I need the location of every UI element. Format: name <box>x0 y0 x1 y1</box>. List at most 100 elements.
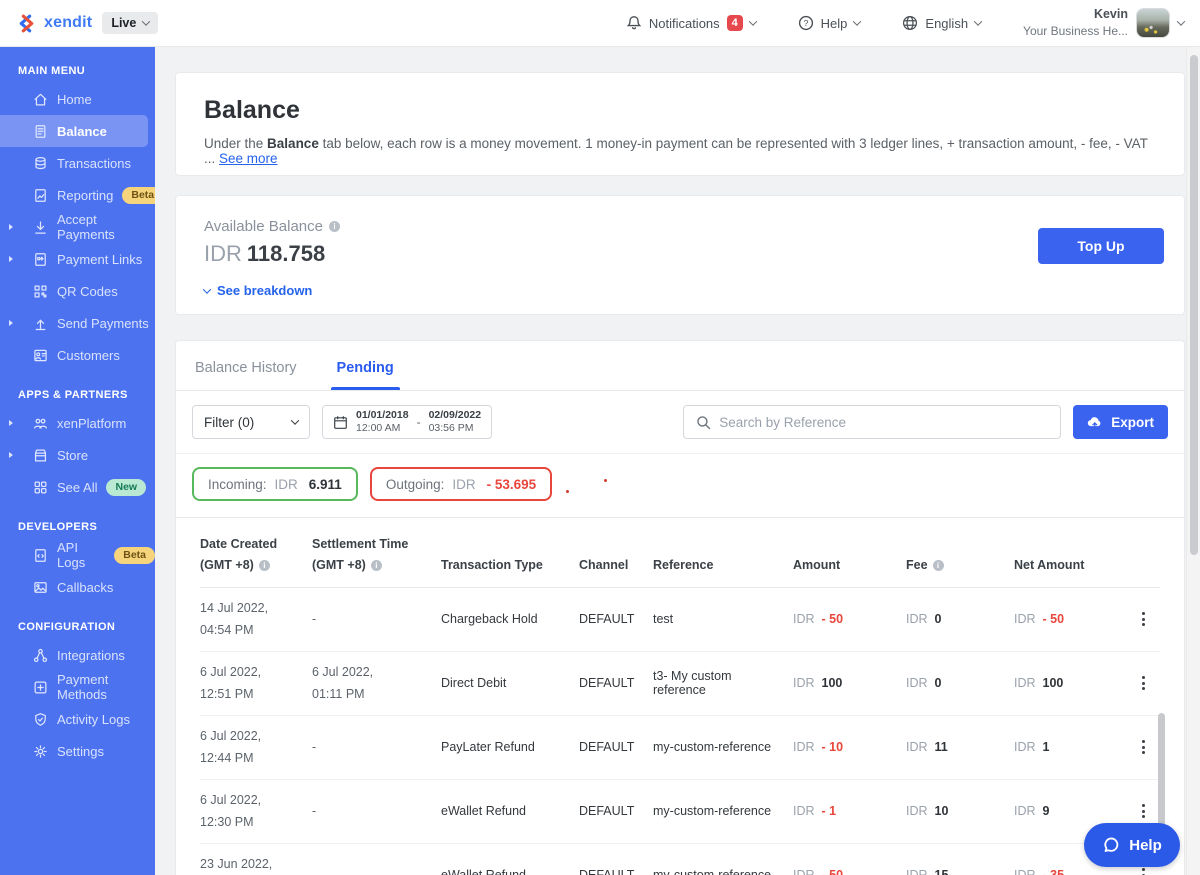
see-more-link[interactable]: See more <box>219 151 278 166</box>
see-breakdown-link[interactable]: See breakdown <box>204 283 1156 298</box>
avatar[interactable] <box>1136 8 1170 38</box>
reporting-icon <box>33 188 48 203</box>
sidebar-item-label: Integrations <box>57 648 125 663</box>
sidebar-item-callbacks[interactable]: Callbacks <box>0 571 155 603</box>
send-payments-icon <box>33 316 48 331</box>
date-created-cell: 6 Jul 2022,12:44 PM <box>200 725 312 770</box>
channel-cell: DEFAULT <box>579 612 653 626</box>
chevron-down-icon <box>203 285 211 293</box>
xenplatform-icon <box>33 416 48 431</box>
tab-pending[interactable]: Pending <box>331 360 400 390</box>
info-icon[interactable]: i <box>329 221 340 232</box>
help-floating-button[interactable]: Help <box>1084 823 1180 867</box>
sidebar-item-payment-methods[interactable]: Payment Methods <box>0 671 155 703</box>
table-body: 14 Jul 2022,04:54 PM-Chargeback HoldDEFA… <box>200 588 1160 875</box>
settlement-time-cell: - <box>312 608 441 631</box>
sidebar-item-label: Payment Links <box>57 252 142 267</box>
sidebar-item-xenplatform[interactable]: xenPlatform <box>0 407 155 439</box>
sidebar-item-api-logs[interactable]: API LogsBeta <box>0 539 155 571</box>
sidebar-item-transactions[interactable]: Transactions <box>0 147 155 179</box>
sidebar-item-qr-codes[interactable]: QR Codes <box>0 275 155 307</box>
sidebar-item-settings[interactable]: Settings <box>0 735 155 767</box>
notifications-menu[interactable]: Notifications 4 <box>626 15 756 31</box>
user-menu[interactable]: Kevin Your Business He... <box>1023 6 1184 39</box>
annotation-dot <box>566 490 569 493</box>
sidebar-section-title: MAIN MENU <box>0 47 155 83</box>
cloud-upload-icon <box>1087 415 1103 429</box>
callbacks-icon <box>33 580 48 595</box>
row-menu-button[interactable] <box>1124 672 1162 694</box>
main-content: Balance Under the Balance tab below, eac… <box>155 47 1200 875</box>
sidebar-item-activity-logs[interactable]: Activity Logs <box>0 703 155 735</box>
tab-balance-history[interactable]: Balance History <box>189 360 303 390</box>
sidebar-item-reporting[interactable]: ReportingBeta <box>0 179 155 211</box>
row-menu-button[interactable] <box>1124 736 1162 758</box>
sidebar-item-integrations[interactable]: Integrations <box>0 639 155 671</box>
info-icon[interactable]: i <box>371 560 382 571</box>
available-balance-card: Available Balance i IDR118.758 See break… <box>175 195 1185 315</box>
chevron-down-icon <box>291 416 299 424</box>
money-value: IDR1 <box>1014 740 1124 754</box>
column-header: Settlement Time(GMT +8)i <box>312 536 441 574</box>
column-header: Date Created(GMT +8)i <box>200 536 312 574</box>
globe-icon <box>902 15 918 31</box>
top-up-button[interactable]: Top Up <box>1038 228 1164 264</box>
sidebar-item-label: xenPlatform <box>57 416 126 431</box>
sidebar-item-balance[interactable]: Balance <box>0 115 148 147</box>
search-field[interactable] <box>683 405 1061 439</box>
accept-payments-icon <box>33 220 48 235</box>
sidebar-item-customers[interactable]: Customers <box>0 339 155 371</box>
page-scrollbar-thumb[interactable] <box>1190 55 1198 555</box>
summary-row: Incoming: IDR 6.911 Outgoing: IDR - 53.6… <box>176 454 1184 518</box>
row-menu-button[interactable] <box>1124 800 1162 822</box>
page-title: Balance <box>204 96 1156 125</box>
money-value: IDR100 <box>1014 676 1124 690</box>
sidebar-item-label: Home <box>57 92 92 107</box>
info-icon[interactable]: i <box>259 560 270 571</box>
money-value: IDR11 <box>906 740 1014 754</box>
sidebar-item-send-payments[interactable]: Send Payments <box>0 307 155 339</box>
table-row: 6 Jul 2022,12:30 PM-eWallet RefundDEFAUL… <box>200 780 1160 844</box>
customers-icon <box>33 348 48 363</box>
date-range-start: 01/01/2018 12:00 AM <box>356 409 409 435</box>
sidebar-item-see-all[interactable]: See AllNew <box>0 471 155 503</box>
caret-right-icon <box>9 420 13 426</box>
table-row: 6 Jul 2022,12:51 PM6 Jul 2022,01:11 PMDi… <box>200 652 1160 716</box>
chevron-down-icon <box>853 17 861 25</box>
incoming-total-pill: Incoming: IDR 6.911 <box>192 467 358 501</box>
reference-cell: my-custom-reference <box>653 804 793 818</box>
language-label: English <box>925 16 968 31</box>
money-value: IDR0 <box>906 612 1014 626</box>
date-range-picker[interactable]: 01/01/2018 12:00 AM - 02/09/2022 03:56 P… <box>322 405 492 439</box>
row-menu-button[interactable] <box>1124 608 1162 630</box>
table-header-row: Date Created(GMT +8)iSettlement Time(GMT… <box>200 518 1160 588</box>
sidebar-section-title: APPS & PARTNERS <box>0 371 155 407</box>
sidebar-section-title: CONFIGURATION <box>0 603 155 639</box>
info-icon[interactable]: i <box>933 560 944 571</box>
transaction-type-cell: PayLater Refund <box>441 740 579 754</box>
money-value: IDR- 50 <box>1014 612 1124 626</box>
chat-bubble-icon <box>1102 836 1121 855</box>
environment-selector[interactable]: Live <box>102 12 158 34</box>
page-scrollbar[interactable] <box>1186 47 1200 875</box>
sidebar-item-accept-payments[interactable]: Accept Payments <box>0 211 155 243</box>
settlement-time-cell: - <box>312 864 441 875</box>
sidebar-item-store[interactable]: Store <box>0 439 155 471</box>
column-header: Channel <box>579 536 653 574</box>
sidebar-item-label: Store <box>57 448 88 463</box>
home-icon <box>33 92 48 107</box>
sidebar-item-payment-links[interactable]: Payment Links <box>0 243 155 275</box>
chevron-down-icon <box>1177 17 1185 25</box>
language-menu[interactable]: English <box>902 15 981 31</box>
available-balance-label: Available Balance <box>204 218 323 235</box>
export-button[interactable]: Export <box>1073 405 1168 439</box>
notifications-count-badge: 4 <box>727 15 743 31</box>
sidebar-item-home[interactable]: Home <box>0 83 155 115</box>
search-input[interactable] <box>719 415 1048 430</box>
annotation-dot <box>604 479 607 482</box>
filter-dropdown[interactable]: Filter (0) <box>192 405 310 439</box>
help-menu[interactable]: ? Help <box>798 15 861 31</box>
user-business-name: Your Business He... <box>1023 23 1128 39</box>
sidebar-item-label: Customers <box>57 348 120 363</box>
settlement-time-cell: - <box>312 736 441 759</box>
